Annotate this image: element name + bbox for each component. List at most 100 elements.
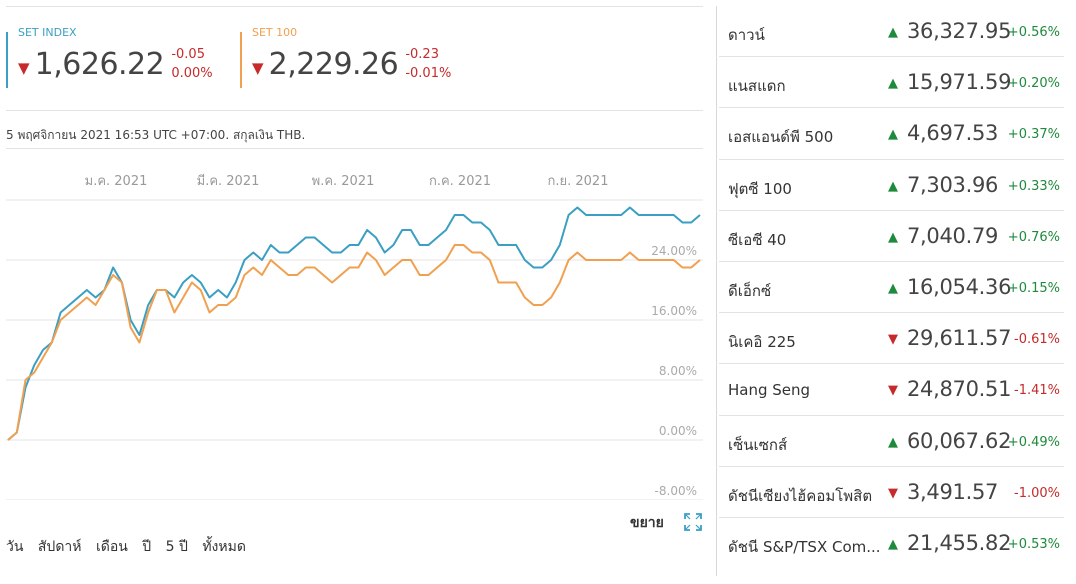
index-value: 29,611.57	[907, 326, 1012, 351]
up-triangle-icon: ▲	[888, 127, 898, 143]
index-value: 21,455.82	[907, 530, 1012, 555]
period-week[interactable]: สัปดาห์	[38, 539, 82, 555]
quote-set-index[interactable]: SET INDEX ▼ 1,626.22 -0.05 0.00%	[6, 26, 213, 88]
quote-change: -0.05	[171, 47, 205, 62]
index-row[interactable]: ดีเอ็กซ์ ▲ 16,054.36 +0.15%	[719, 262, 1064, 314]
down-triangle-icon: ▼	[18, 59, 30, 77]
down-triangle-icon: ▼	[888, 485, 898, 501]
index-row[interactable]: เอสแอนด์พี 500 ▲ 4,697.53 +0.37%	[719, 108, 1064, 160]
index-name: แนสแดก	[728, 77, 786, 96]
quote-change-block: -0.05 0.00%	[171, 45, 212, 83]
index-value: 3,491.57	[907, 479, 999, 504]
quote-value: 2,229.26	[268, 47, 399, 82]
index-name: เอสแอนด์พี 500	[728, 128, 834, 147]
period-month[interactable]: เดือน	[96, 539, 128, 555]
y-tick-label: 8.00%	[659, 364, 697, 378]
index-name: ดัชนี S&P/TSX Com...	[728, 537, 881, 556]
index-row[interactable]: นิเคอิ 225 ▼ 29,611.57 -0.61%	[719, 313, 1064, 365]
quote-name: SET 100	[252, 26, 298, 39]
index-change-pct: +0.76%	[1007, 229, 1060, 245]
quote-change-pct: 0.00%	[171, 66, 213, 81]
up-triangle-icon: ▲	[888, 536, 898, 552]
index-row[interactable]: ดัชนีเซียงไฮ้คอมโพสิต ▼ 3,491.57 -1.00%	[719, 467, 1064, 518]
y-tick-label: 24.00%	[651, 244, 697, 258]
series-line[interactable]	[7, 244, 701, 441]
index-change-pct: +0.33%	[1007, 178, 1060, 194]
index-name: ฟุตซี 100	[728, 179, 792, 198]
index-change-pct: +0.53%	[1007, 536, 1060, 552]
up-triangle-icon: ▲	[888, 280, 898, 296]
down-triangle-icon: ▼	[888, 383, 898, 399]
period-selector: วัน สัปดาห์ เดือน ปี 5 ปี ทั้งหมด	[6, 536, 256, 558]
index-change-pct: -0.61%	[1014, 332, 1060, 348]
index-name: Hang Seng	[728, 381, 811, 400]
period-all[interactable]: ทั้งหมด	[202, 539, 246, 555]
down-triangle-icon: ▼	[888, 332, 898, 348]
chart-panel: SET INDEX ▼ 1,626.22 -0.05 0.00% SET 100…	[0, 0, 712, 584]
index-name: ดาวน์	[728, 26, 765, 44]
expand-button[interactable]: ขยาย	[630, 512, 664, 534]
quote-set-100[interactable]: SET 100 ▼ 2,229.26 -0.23 -0.01%	[240, 26, 451, 88]
up-triangle-icon: ▲	[888, 25, 898, 40]
y-tick-label: 16.00%	[651, 304, 697, 318]
x-tick-label: ก.ค. 2021	[429, 174, 491, 189]
index-value: 60,067.62	[907, 428, 1012, 453]
period-year[interactable]: ปี	[142, 539, 151, 555]
index-name: ซีเอซี 40	[728, 230, 787, 249]
quote-name: SET INDEX	[18, 26, 77, 39]
up-triangle-icon: ▲	[888, 178, 898, 194]
panel-divider	[716, 6, 717, 576]
index-change-pct: +0.37%	[1007, 127, 1060, 143]
up-triangle-icon: ▲	[888, 76, 898, 92]
index-value: 36,327.95	[907, 19, 1012, 43]
expand-icon[interactable]	[683, 512, 703, 532]
index-row[interactable]: Hang Seng ▼ 24,870.51 -1.41%	[719, 364, 1064, 416]
index-name: เซ็นเซกส์	[728, 435, 788, 454]
index-change-pct: +0.56%	[1007, 25, 1060, 40]
series-color-bar	[6, 32, 8, 88]
top-divider	[6, 6, 703, 7]
index-value: 7,040.79	[907, 223, 999, 248]
up-triangle-icon: ▲	[888, 434, 898, 450]
x-tick-label: ก.ย. 2021	[548, 174, 609, 189]
index-value: 24,870.51	[907, 377, 1012, 402]
index-value: 15,971.59	[907, 70, 1012, 95]
divider	[6, 110, 703, 111]
index-change-pct: -1.41%	[1014, 383, 1060, 399]
index-name: นิเคอิ 225	[728, 333, 796, 352]
down-triangle-icon: ▼	[252, 59, 264, 77]
up-triangle-icon: ▲	[888, 229, 898, 245]
index-value: 7,303.96	[907, 172, 999, 197]
index-row[interactable]: ซีเอซี 40 ▲ 7,040.79 +0.76%	[719, 211, 1064, 262]
series-line[interactable]	[7, 206, 701, 441]
quote-change-pct: -0.01%	[405, 66, 452, 81]
index-change-pct: +0.49%	[1007, 434, 1060, 450]
divider	[6, 148, 703, 149]
index-change-pct: +0.15%	[1007, 280, 1060, 296]
x-tick-label: พ.ค. 2021	[312, 174, 375, 189]
period-5-year[interactable]: 5 ปี	[166, 539, 188, 555]
timestamp: 5 พฤศจิกายน 2021 16:53 UTC +07:00. สกุลเ…	[6, 128, 306, 142]
index-value: 4,697.53	[907, 121, 999, 146]
indices-list: ดาวน์ ▲ 36,327.95 +0.56% แนสแดก ▲ 15,971.59 +0.…	[719, 6, 1064, 569]
index-row[interactable]: แนสแดก ▲ 15,971.59 +0.20%	[719, 57, 1064, 109]
x-tick-label: มี.ค. 2021	[197, 173, 260, 189]
index-change-pct: -1.00%	[1014, 485, 1060, 501]
index-change-pct: +0.20%	[1007, 76, 1060, 92]
index-name: ดัชนีเซียงไฮ้คอมโพสิต	[728, 486, 873, 505]
index-row[interactable]: ดัชนี S&P/TSX Com... ▲ 21,455.82 +0.53%	[719, 518, 1064, 569]
quote-change: -0.23	[405, 47, 439, 62]
period-day[interactable]: วัน	[6, 539, 23, 555]
quote-change-block: -0.23 -0.01%	[405, 45, 451, 83]
y-tick-label: -8.00%	[655, 484, 697, 498]
index-row[interactable]: เซ็นเซกส์ ▲ 60,067.62 +0.49%	[719, 416, 1064, 467]
series-color-bar	[240, 32, 242, 88]
index-row[interactable]: ดาวน์ ▲ 36,327.95 +0.56%	[719, 6, 1064, 58]
index-name: ดีเอ็กซ์	[728, 281, 772, 300]
line-chart[interactable]: ม.ค. 2021 มี.ค. 2021 พ.ค. 2021 ก.ค. 2021 ก.ย…	[0, 160, 712, 500]
index-row[interactable]: ฟุตซี 100 ▲ 7,303.96 +0.33%	[719, 160, 1064, 211]
y-tick-label: 0.00%	[659, 424, 697, 438]
x-tick-label: ม.ค. 2021	[85, 174, 148, 189]
index-value: 16,054.36	[907, 274, 1012, 299]
quote-value: 1,626.22	[34, 47, 165, 82]
